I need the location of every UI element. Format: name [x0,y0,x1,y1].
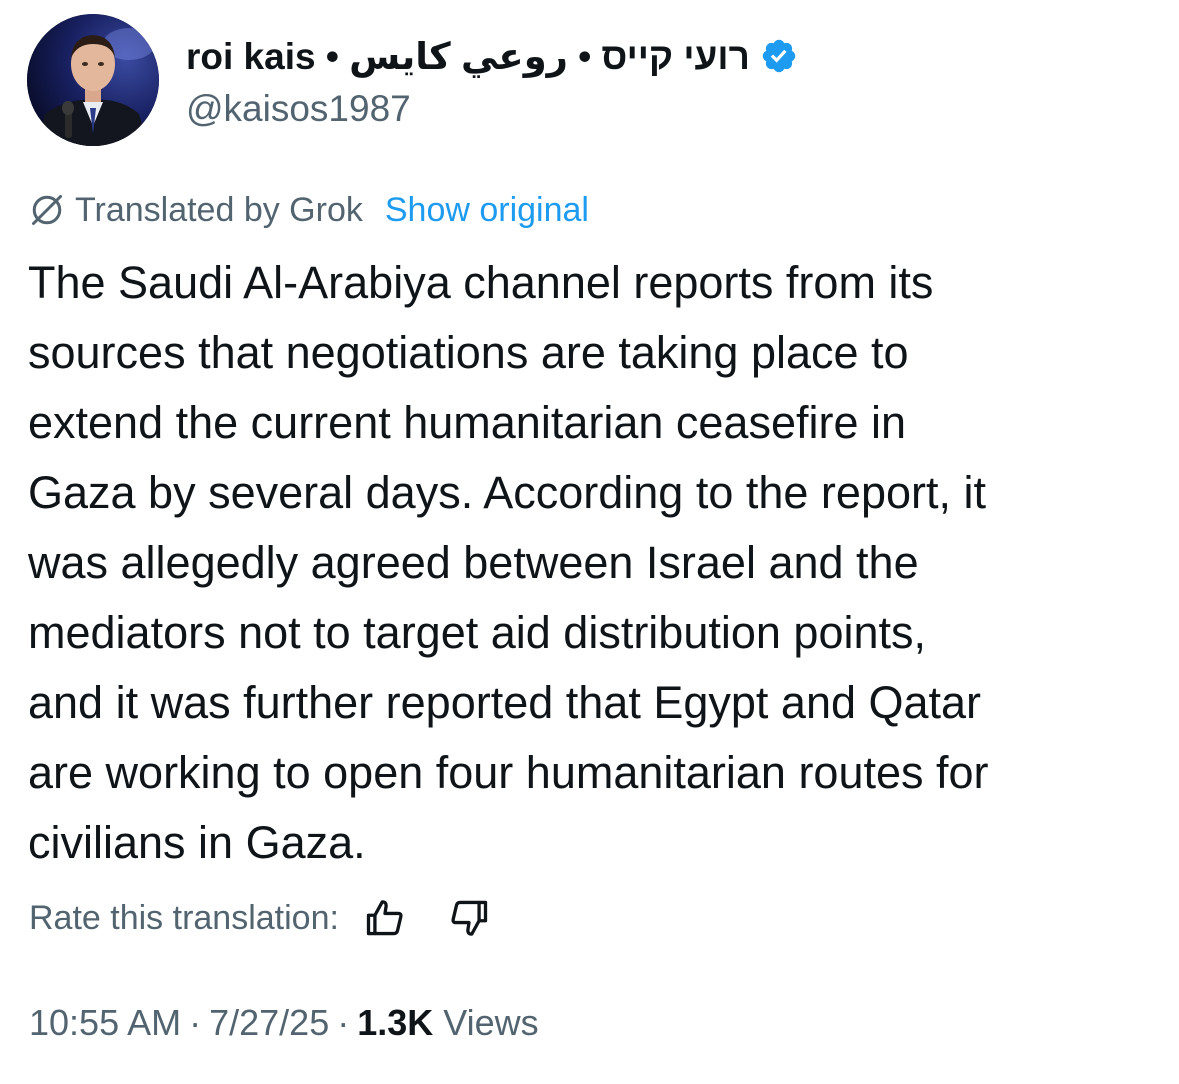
tweet-header: roi kais • רועי קייס • روعي كايس @kaisos… [27,14,1147,149]
meta-separator: · [189,1002,202,1043]
display-name-row: roi kais • רועי קייס • روعي كايس [186,30,798,82]
rate-translation-label: Rate this translation: [29,898,339,937]
tweet-meta: 10:55 AM · 7/27/25 · 1.3K Views [29,997,539,1049]
translation-bar: Translated by Grok Show original [29,188,589,232]
verified-badge-icon[interactable] [760,37,798,75]
views-label: Views [443,1002,539,1043]
views-count: 1.3K [357,1002,434,1043]
thumbs-up-icon[interactable] [363,896,407,940]
avatar-image [27,14,159,146]
show-original-link[interactable]: Show original [385,191,589,230]
author-handle[interactable]: @kaisos1987 [186,88,798,130]
tweet-date[interactable]: 7/27/25 [209,1002,329,1044]
avatar[interactable] [27,14,159,146]
meta-separator: · [337,1002,350,1043]
translated-by-label: Translated by Grok [75,190,363,229]
display-name[interactable]: roi kais • רועי קייס • روعي كايس [186,35,750,78]
author-names: roi kais • רועי קייס • روعي كايس @kaisos… [186,30,798,130]
no-translate-icon [32,195,62,225]
rate-translation-row: Rate this translation: [29,892,491,944]
thumbs-down-icon[interactable] [447,896,491,940]
tweet-time[interactable]: 10:55 AM [29,1002,181,1044]
tweet-text: The Saudi Al-Arabiya channel reports fro… [28,257,989,868]
